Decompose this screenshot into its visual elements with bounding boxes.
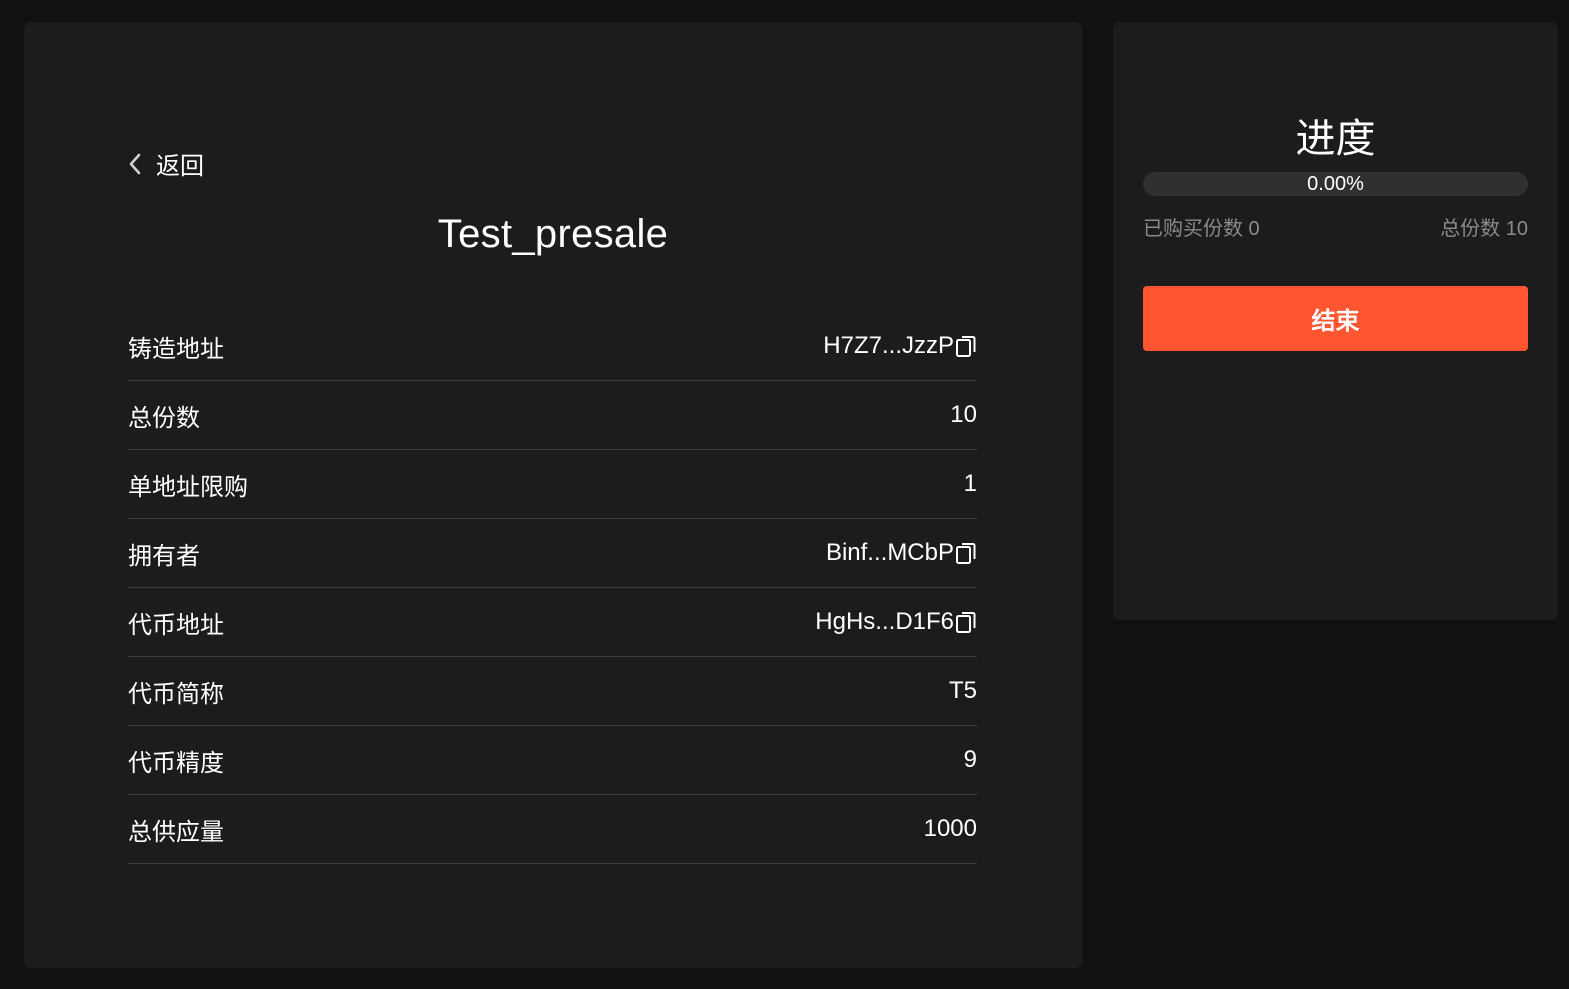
copy-icon[interactable] bbox=[955, 540, 977, 566]
total-shares-value: 10 bbox=[950, 401, 977, 428]
detail-row-token-decimals: 代币精度 9 bbox=[128, 726, 977, 795]
detail-value: Binf...MCbP bbox=[826, 539, 977, 567]
progress-panel: 进度 0.00% 已购买份数 0 总份数 10 结束 bbox=[1113, 22, 1558, 620]
presale-detail-panel: 返回 Test_presale 铸造地址 H7Z7...JzzP 总份数 10 … bbox=[24, 22, 1082, 968]
detail-label: 代币简称 bbox=[128, 680, 224, 708]
detail-label: 代币精度 bbox=[128, 749, 224, 777]
detail-label: 总供应量 bbox=[128, 818, 224, 846]
detail-value: H7Z7...JzzP bbox=[823, 332, 977, 360]
detail-row-owner: 拥有者 Binf...MCbP bbox=[128, 519, 977, 588]
chevron-left-icon bbox=[128, 152, 150, 176]
progress-percent: 0.00% bbox=[1307, 173, 1364, 195]
detail-list: 铸造地址 H7Z7...JzzP 总份数 10 单地址限购 1 拥有者 Binf… bbox=[128, 312, 977, 864]
detail-label: 总份数 bbox=[128, 404, 200, 432]
detail-label: 单地址限购 bbox=[128, 473, 248, 501]
token-symbol-value: T5 bbox=[948, 677, 977, 704]
per-address-limit-value: 1 bbox=[963, 470, 977, 497]
back-button[interactable]: 返回 bbox=[128, 146, 204, 181]
detail-label: 铸造地址 bbox=[128, 335, 224, 363]
back-label: 返回 bbox=[156, 153, 204, 180]
owner-value: Binf...MCbP bbox=[825, 539, 954, 566]
end-button[interactable]: 结束 bbox=[1143, 286, 1528, 351]
total-shares: 总份数 10 bbox=[1440, 218, 1528, 240]
detail-row-total-supply: 总供应量 1000 bbox=[128, 795, 977, 864]
detail-label: 代币地址 bbox=[128, 611, 224, 639]
copy-icon[interactable] bbox=[955, 609, 977, 635]
detail-row-token-symbol: 代币简称 T5 bbox=[128, 657, 977, 726]
detail-row-per-address-limit: 单地址限购 1 bbox=[128, 450, 977, 519]
token-address-value: HgHs...D1F6 bbox=[815, 608, 954, 635]
presale-title: Test_presale bbox=[437, 212, 669, 256]
detail-label: 拥有者 bbox=[128, 542, 200, 570]
bought-shares: 已购买份数 0 bbox=[1143, 218, 1260, 240]
progress-title: 进度 bbox=[1295, 117, 1376, 161]
page: 返回 Test_presale 铸造地址 H7Z7...JzzP 总份数 10 … bbox=[0, 0, 1569, 989]
detail-value: HgHs...D1F6 bbox=[815, 608, 977, 636]
detail-row-token-address: 代币地址 HgHs...D1F6 bbox=[128, 588, 977, 657]
total-supply-value: 1000 bbox=[923, 815, 977, 842]
progress-stats: 已购买份数 0 总份数 10 bbox=[1143, 212, 1528, 241]
progress-bar: 0.00% bbox=[1143, 172, 1528, 196]
detail-row-total-shares: 总份数 10 bbox=[128, 381, 977, 450]
detail-row-mint-address: 铸造地址 H7Z7...JzzP bbox=[128, 312, 977, 381]
copy-icon[interactable] bbox=[955, 333, 977, 359]
mint-address-value: H7Z7...JzzP bbox=[823, 332, 954, 359]
token-decimals-value: 9 bbox=[963, 746, 977, 773]
